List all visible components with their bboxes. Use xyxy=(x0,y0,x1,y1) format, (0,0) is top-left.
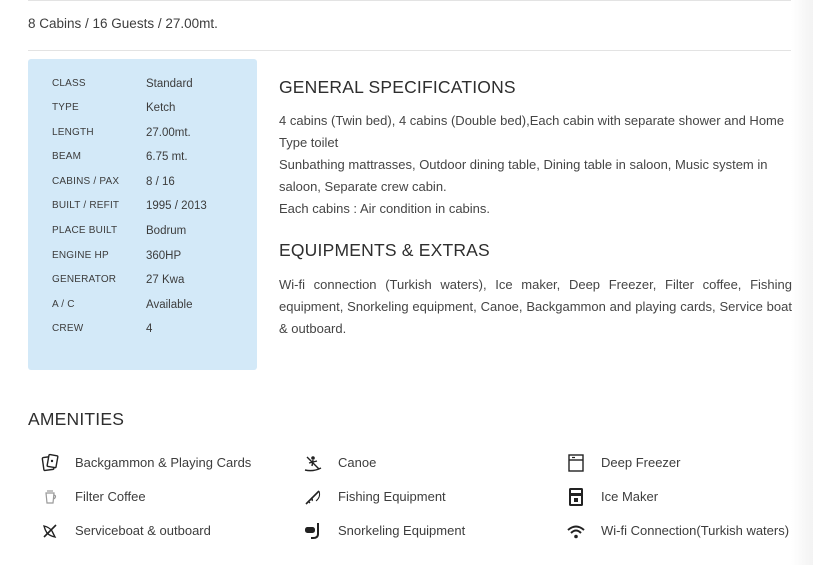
spec-row-built-refit: BUILT / REFIT 1995 / 2013 xyxy=(52,200,242,220)
spec-row-beam: BEAM 6.75 mt. xyxy=(52,151,242,171)
spec-value: Ketch xyxy=(146,102,176,114)
amenity-item: Fishing Equipment xyxy=(302,486,446,508)
freezer-icon xyxy=(565,452,587,474)
spec-value: 27.00mt. xyxy=(146,127,191,139)
spec-value: Available xyxy=(146,299,193,311)
spec-row-crew: CREW 4 xyxy=(52,323,242,343)
amenity-label: Filter Coffee xyxy=(75,489,146,504)
ice-maker-icon xyxy=(565,486,587,508)
coffee-icon xyxy=(39,486,61,508)
spec-label: LENGTH xyxy=(52,127,94,138)
canoe-icon xyxy=(302,452,324,474)
spec-row-type: TYPE Ketch xyxy=(52,102,242,122)
amenity-item: Canoe xyxy=(302,452,376,474)
fishing-icon xyxy=(302,486,324,508)
cards-icon xyxy=(39,452,61,474)
equipments-extras-title: EQUIPMENTS & EXTRAS xyxy=(279,240,490,260)
amenity-item: Serviceboat & outboard xyxy=(39,520,211,542)
amenity-label: Ice Maker xyxy=(601,489,659,504)
spec-value: Bodrum xyxy=(146,225,187,237)
general-spec-line: Each cabins : Air condition in cabins. xyxy=(279,201,491,216)
spec-row-length: LENGTH 27.00mt. xyxy=(52,127,242,147)
equipments-extras-text: Wi-fi connection (Turkish waters), Ice m… xyxy=(279,277,792,336)
amenity-label: Backgammon & Playing Cards xyxy=(75,455,252,470)
spec-row-engine-hp: ENGINE HP 360HP xyxy=(52,250,242,270)
spec-value: 1995 / 2013 xyxy=(146,200,207,212)
spec-label: PLACE BUILT xyxy=(52,225,118,236)
summary-divider xyxy=(28,50,791,51)
spec-value: 27 Kwa xyxy=(146,274,185,286)
spec-label: ENGINE HP xyxy=(52,250,109,261)
amenity-item: Backgammon & Playing Cards xyxy=(39,452,251,474)
amenity-item: Ice Maker xyxy=(565,486,658,508)
spec-label: BEAM xyxy=(52,151,82,162)
amenity-label: Deep Freezer xyxy=(601,455,681,470)
amenity-item: Snorkeling Equipment xyxy=(302,520,465,542)
boat-icon xyxy=(39,520,61,542)
amenity-label: Snorkeling Equipment xyxy=(338,523,466,538)
amenity-item: Filter Coffee xyxy=(39,486,146,508)
spec-value: Standard xyxy=(146,78,193,90)
amenity-item: Wi-fi Connection(Turkish waters) xyxy=(565,520,789,542)
general-spec-line: Sunbathing mattrasses, Outdoor dining ta… xyxy=(279,157,768,194)
spec-value: 6.75 mt. xyxy=(146,151,188,163)
spec-row-place-built: PLACE BUILT Bodrum xyxy=(52,225,242,245)
amenity-label: Serviceboat & outboard xyxy=(75,523,211,538)
spec-label: TYPE xyxy=(52,102,79,113)
snorkel-icon xyxy=(302,520,324,542)
amenity-label: Canoe xyxy=(338,455,377,470)
spec-value: 4 xyxy=(146,323,153,335)
spec-label: CABINS / PAX xyxy=(52,176,120,187)
yacht-summary: 8 Cabins / 16 Guests / 27.00mt. xyxy=(28,16,218,31)
general-specifications-text: 4 cabins (Twin bed), 4 cabins (Double be… xyxy=(279,110,792,220)
amenities-title: AMENITIES xyxy=(28,409,125,429)
spec-row-class: CLASS Standard xyxy=(52,78,242,98)
spec-value: 8 / 16 xyxy=(146,176,175,188)
right-edge-shadow xyxy=(791,0,813,565)
amenity-label: Wi-fi Connection(Turkish waters) xyxy=(601,523,790,538)
general-specifications-title: GENERAL SPECIFICATIONS xyxy=(279,77,516,97)
spec-row-generator: GENERATOR 27 Kwa xyxy=(52,274,242,294)
spec-label: A / C xyxy=(52,299,75,310)
spec-box: CLASS Standard TYPE Ketch LENGTH 27.00mt… xyxy=(28,59,257,370)
wifi-icon xyxy=(565,520,587,542)
spec-row-ac: A / C Available xyxy=(52,299,242,319)
top-divider xyxy=(28,0,791,1)
general-spec-line: 4 cabins (Twin bed), 4 cabins (Double be… xyxy=(279,113,785,150)
spec-value: 360HP xyxy=(146,250,182,262)
spec-label: CLASS xyxy=(52,78,86,89)
spec-label: GENERATOR xyxy=(52,274,117,285)
spec-row-cabins-pax: CABINS / PAX 8 / 16 xyxy=(52,176,242,196)
spec-label: CREW xyxy=(52,323,84,334)
spec-label: BUILT / REFIT xyxy=(52,200,120,211)
amenity-item: Deep Freezer xyxy=(565,452,680,474)
amenity-label: Fishing Equipment xyxy=(338,489,446,504)
